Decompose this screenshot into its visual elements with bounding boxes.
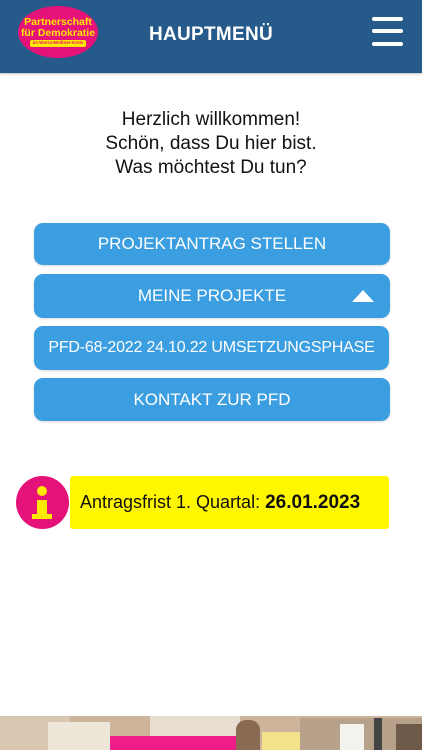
kontakt-zur-pfd-button[interactable]: KONTAKT ZUR PFD (34, 378, 390, 421)
logo-line-3: im Werra-Meißner-Kreis (29, 40, 87, 47)
welcome-line-3: Was möchtest Du tun? (115, 157, 307, 178)
info-icon (16, 476, 69, 529)
welcome-line-1: Herzlich willkommen! (121, 109, 301, 130)
projektantrag-stellen-button[interactable]: PROJEKTANTRAG STELLEN (34, 223, 390, 265)
page-title: HAUPTMENÜ (148, 24, 274, 45)
deadline-date: 26.01.2023 (265, 492, 361, 513)
pfd-logo: Partnerschaft für Demokratie im Werra-Me… (18, 6, 98, 58)
deadline-notice: Antragsfrist 1. Quartal: 26.01.2023 (70, 476, 389, 529)
hamburger-icon[interactable] (372, 17, 403, 46)
meine-projekte-button[interactable]: MEINE PROJEKTE (34, 274, 390, 318)
caret-up-icon (352, 290, 374, 302)
welcome-text: Herzlich willkommen! Schön, dass Du hier… (0, 108, 422, 180)
project-item[interactable]: PFD-68-2022 24.10.22 UMSETZUNGSPHASE (34, 326, 389, 370)
footer-photo (0, 716, 422, 750)
logo-line-2: für Demokratie (20, 26, 96, 39)
app-header: Partnerschaft für Demokratie im Werra-Me… (0, 0, 422, 73)
deadline-label: Antragsfrist 1. Quartal: (80, 492, 261, 512)
meine-projekte-label: MEINE PROJEKTE (137, 286, 287, 305)
welcome-line-2: Schön, dass Du hier bist. (105, 133, 317, 154)
